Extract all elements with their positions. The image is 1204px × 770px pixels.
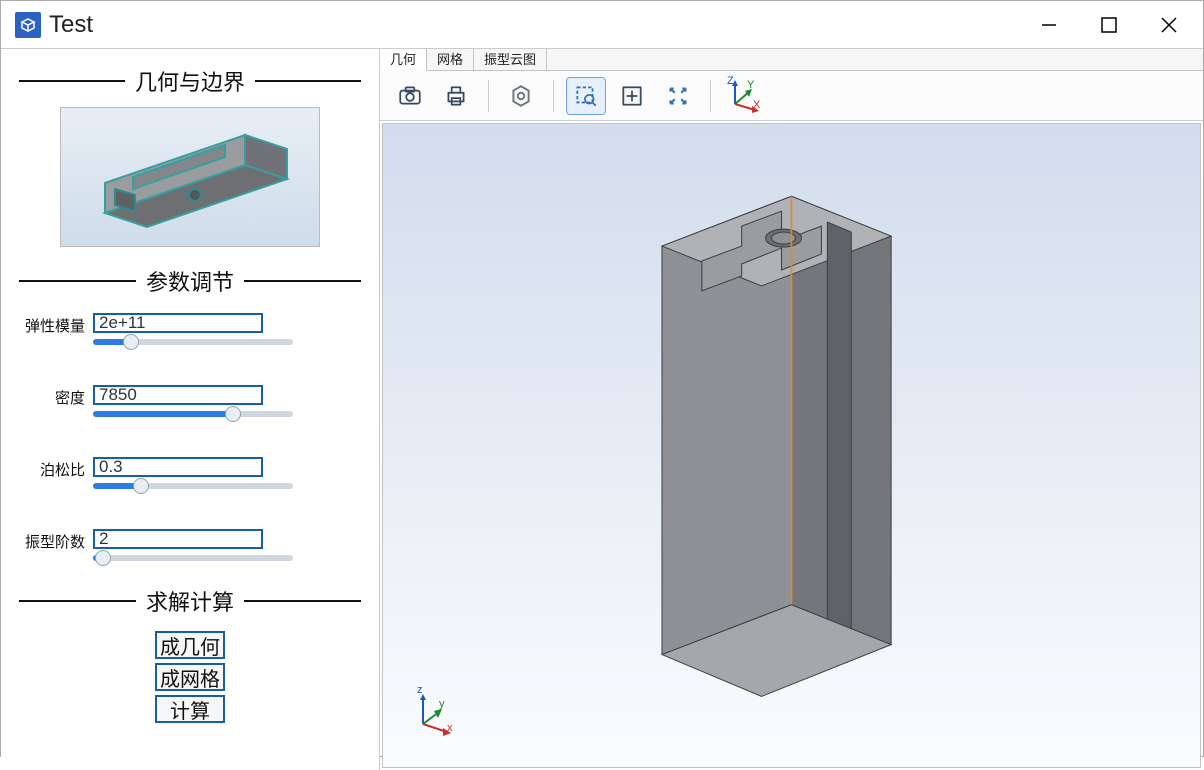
close-button[interactable] [1139, 1, 1199, 49]
solve-buttons: 成几何 成网格 计算 [155, 631, 225, 723]
tab-mode-cloud[interactable]: 振型云图 [474, 49, 547, 71]
viewport-3d[interactable]: z y x [382, 123, 1201, 768]
tab-geometry[interactable]: 几何 [380, 49, 427, 71]
param-label: 弹性模量 [19, 313, 85, 336]
window-controls [1019, 1, 1199, 49]
param-row-elastic: 弹性模量 [19, 313, 361, 345]
content-area: 几何与边界 参数调节 弹性模 [1, 49, 1203, 770]
zoom-extents-button[interactable] [658, 77, 698, 115]
main-panel: 几何 网格 振型云图 [379, 49, 1203, 770]
axis-x-label: X [753, 99, 760, 111]
axis-z-label-small: z [417, 684, 423, 696]
param-label: 密度 [19, 385, 85, 408]
param-label: 泊松比 [19, 457, 85, 480]
sidebar: 几何与边界 参数调节 弹性模 [1, 49, 379, 770]
axis-y-label: Y [747, 79, 754, 91]
titlebar: Test [1, 1, 1203, 49]
section-title-label: 求解计算 [136, 585, 244, 617]
view-tabs: 几何 网格 振型云图 [380, 49, 1203, 71]
param-row-density: 密度 [19, 385, 361, 417]
geometry-preview[interactable] [60, 107, 320, 247]
section-title-solve: 求解计算 [19, 585, 361, 617]
screenshot-button[interactable] [390, 77, 430, 115]
toolbar-separator [553, 80, 554, 112]
param-label: 振型阶数 [19, 529, 85, 552]
axis-gizmo-button[interactable]: Z Y X [723, 77, 767, 115]
app-window: Test 几何与边界 [0, 0, 1204, 757]
section-title-params: 参数调节 [19, 265, 361, 297]
axis-z-label: Z [727, 75, 734, 87]
param-row-poisson: 泊松比 [19, 457, 361, 489]
compute-button[interactable]: 计算 [155, 695, 225, 723]
poisson-ratio-slider[interactable] [93, 483, 293, 489]
maximize-button[interactable] [1079, 1, 1139, 49]
toolbar-separator [488, 80, 489, 112]
viewport-axis-gizmo: z y x [409, 688, 459, 741]
minimize-button[interactable] [1019, 1, 1079, 49]
section-title-geometry: 几何与边界 [19, 65, 361, 97]
app-icon [15, 12, 41, 38]
axis-x-label-small: x [447, 722, 453, 734]
generate-geometry-button[interactable]: 成几何 [155, 631, 225, 659]
density-input[interactable] [93, 385, 263, 405]
generate-mesh-button[interactable]: 成网格 [155, 663, 225, 691]
section-title-label: 几何与边界 [125, 65, 255, 97]
mode-count-slider[interactable] [93, 555, 293, 561]
toolbar-separator [710, 80, 711, 112]
tab-mesh[interactable]: 网格 [427, 49, 474, 71]
poisson-ratio-input[interactable] [93, 457, 263, 477]
window-title: Test [49, 11, 93, 39]
settings-button[interactable] [501, 77, 541, 115]
density-slider[interactable] [93, 411, 293, 417]
axis-y-label-small: y [439, 698, 445, 710]
viewport-toolbar: Z Y X [380, 71, 1203, 121]
param-row-modes: 振型阶数 [19, 529, 361, 561]
zoom-box-button[interactable] [566, 77, 606, 115]
section-title-label: 参数调节 [136, 265, 244, 297]
elastic-modulus-input[interactable] [93, 313, 263, 333]
mode-count-input[interactable] [93, 529, 263, 549]
elastic-modulus-slider[interactable] [93, 339, 293, 345]
fit-view-button[interactable] [612, 77, 652, 115]
print-button[interactable] [436, 77, 476, 115]
